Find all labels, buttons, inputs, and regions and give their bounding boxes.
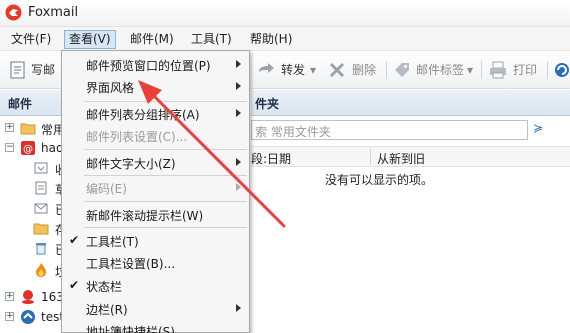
menu-separator (84, 149, 247, 150)
tree-item-label: hao (41, 141, 64, 155)
folder-icon (20, 123, 36, 135)
archive-folder-icon (33, 223, 49, 235)
menu-item-label: 工具栏(T) (86, 235, 139, 249)
account-163-icon (22, 290, 34, 304)
expand-icon[interactable]: + (5, 123, 14, 132)
menu-item-new-mail-ticker[interactable]: 新邮件滚动提示栏(W) (62, 204, 249, 225)
menu-item-label: 新邮件滚动提示栏(W) (86, 209, 204, 223)
drafts-icon (35, 181, 47, 195)
menu-item-label: 邮件预览窗口的位置(P) (86, 59, 211, 73)
delete-icon[interactable] (327, 60, 347, 80)
menu-item-text-size[interactable]: 邮件文字大小(Z) (62, 152, 249, 173)
menu-mail[interactable]: 邮件(M) (126, 30, 178, 49)
menu-item-toolbar-settings[interactable]: 工具栏设置(B)... (62, 252, 249, 273)
empty-list-message: 没有可以显示的项。 (325, 173, 434, 187)
spam-flame-icon (36, 263, 46, 277)
expand-icon[interactable]: + (5, 312, 14, 321)
search-placeholder: 索 常用文件夹 (255, 125, 331, 139)
menu-item-status-bar[interactable]: ✔ 状态栏 (62, 275, 249, 296)
tag-icon[interactable] (392, 60, 412, 80)
menu-separator (84, 101, 247, 102)
forward-icon[interactable] (256, 60, 276, 80)
menu-item-label: 状态栏 (86, 280, 123, 294)
search-input[interactable]: 索 常用文件夹 (251, 120, 528, 140)
folder-view-header: 件夹 (251, 90, 570, 116)
account-test-icon (21, 310, 35, 324)
print-button[interactable]: 打印 (513, 60, 537, 80)
app-title: Foxmail (28, 5, 79, 20)
delete-button[interactable]: 删除 (352, 60, 376, 80)
menu-item-list-group-sort[interactable]: 邮件列表分组排序(A) (62, 103, 249, 124)
trash-icon (36, 243, 46, 255)
folder-view-title: 件夹 (255, 97, 280, 111)
menu-help[interactable]: 帮助(H) (246, 30, 296, 49)
sort-field-header[interactable]: 段:日期 (251, 150, 291, 167)
menu-item-label: 地址簿快捷栏(S) (86, 325, 175, 333)
menu-item-preview-position[interactable]: 邮件预览窗口的位置(P) (62, 54, 249, 75)
menu-item-encoding[interactable]: 编码(E) (62, 177, 249, 198)
foxmail-logo-icon (5, 4, 22, 21)
mail-list-column-header: 段:日期 从新到旧 (251, 146, 570, 167)
view-menu-dropdown: 邮件预览窗口的位置(P) 界面风格 邮件列表分组排序(A) 邮件列表设置(C).… (61, 50, 250, 333)
account-icon: @ (21, 141, 35, 155)
menu-item-label: 界面风格 (86, 81, 135, 95)
column-divider (370, 149, 371, 165)
menu-separator (84, 175, 247, 176)
title-bar: Foxmail (0, 0, 570, 27)
tag-dropdown-icon[interactable]: ▾ (467, 60, 473, 80)
expand-icon[interactable]: + (5, 292, 14, 301)
menu-item-label: 编码(E) (86, 182, 127, 196)
submenu-arrow-icon (236, 304, 241, 312)
menu-item-list-settings[interactable]: 邮件列表设置(C)... (62, 125, 249, 146)
print-icon[interactable] (488, 60, 508, 80)
menu-tools[interactable]: 工具(T) (187, 30, 236, 49)
collapse-icon[interactable]: − (5, 143, 14, 152)
inbox-icon (34, 162, 48, 174)
toolbar-separator (547, 61, 548, 79)
svg-text:@: @ (23, 144, 33, 155)
menu-item-label: 工具栏设置(B)... (86, 257, 176, 271)
toolbar-separator (386, 61, 387, 79)
menu-item-address-book-bar[interactable]: 地址簿快捷栏(S) (62, 320, 249, 333)
menu-view[interactable]: 查看(V) (64, 30, 116, 49)
menu-item-ui-style[interactable]: 界面风格 (62, 76, 249, 97)
submenu-arrow-icon (236, 158, 241, 166)
forward-dropdown-icon[interactable]: ▾ (310, 60, 316, 80)
checkmark-icon: ✔ (69, 233, 80, 247)
submenu-arrow-icon (236, 60, 241, 68)
submenu-arrow-icon (236, 183, 241, 191)
menu-separator (84, 227, 247, 228)
toolbar-separator (481, 61, 482, 79)
menu-item-label: 邮件列表分组排序(A) (86, 108, 200, 122)
compose-button[interactable]: 写邮 (31, 60, 55, 80)
sort-order-header[interactable]: 从新到旧 (377, 150, 425, 167)
mail-panel-title: 邮件 (8, 97, 33, 111)
menu-item-toolbar[interactable]: ✔ 工具栏(T) (62, 230, 249, 251)
menu-item-label: 邮件列表设置(C)... (86, 130, 188, 144)
sent-icon (34, 203, 48, 214)
menu-item-sidebar[interactable]: 边栏(R) (62, 298, 249, 319)
menu-file[interactable]: 文件(F) (7, 30, 55, 49)
menu-item-label: 边栏(R) (86, 303, 128, 317)
double-chevron-down-icon[interactable]: ≽ (533, 121, 543, 135)
checkmark-icon: ✔ (69, 278, 80, 292)
menu-separator (84, 201, 247, 202)
compose-icon[interactable] (9, 60, 27, 80)
menu-bar: 文件(F) 查看(V) 邮件(M) 工具(T) 帮助(H) (0, 27, 570, 51)
submenu-arrow-icon (236, 82, 241, 90)
forward-button[interactable]: 转发 (281, 60, 305, 80)
submenu-arrow-icon (236, 109, 241, 117)
refresh-icon[interactable] (552, 60, 570, 80)
menu-item-label: 邮件文字大小(Z) (86, 157, 176, 171)
tag-button[interactable]: 邮件标签 (416, 60, 464, 80)
